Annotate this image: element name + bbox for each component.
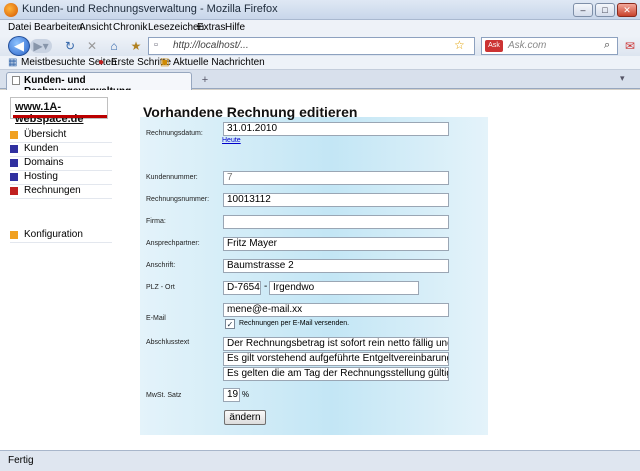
menu-hilfe[interactable]: Hilfe (225, 22, 245, 33)
label-plz-ort: PLZ - Ort (146, 284, 175, 291)
label-rechnungsnummer: Rechnungsnummer: (146, 196, 210, 203)
sidebar-item-domains[interactable]: Domains (10, 157, 112, 171)
page-title: Vorhandene Rechnung editieren (143, 104, 358, 120)
page-icon (12, 76, 20, 85)
label-email: E-Mail (146, 315, 166, 322)
rechnungsdatum-input[interactable]: 31.01.2010 (223, 122, 449, 136)
sidebar-item-rechnungen[interactable]: Rechnungen (10, 185, 112, 199)
label-mwst: MwSt. Satz (146, 392, 182, 399)
star-icon[interactable]: ☆ (454, 38, 465, 52)
square-icon (10, 173, 18, 181)
menu-chronik[interactable]: Chronik (113, 22, 147, 33)
rechnungsnummer-input[interactable]: 10013112 (223, 193, 449, 207)
tab-active[interactable]: Kunden- und Rechnungsverwaltung (6, 72, 192, 97)
menu-ansicht[interactable]: Ansicht (79, 22, 112, 33)
bookmark-folder-icon[interactable]: ★ (128, 38, 144, 54)
square-icon (10, 145, 18, 153)
tab-list-icon[interactable]: ▾ (620, 73, 625, 84)
email-input[interactable]: mene@e-mail.xx (223, 303, 449, 317)
menu-lesezeichen[interactable]: Lesezeichen (148, 22, 204, 33)
page-content: www.1A-webspace.de Übersicht Kunden Doma… (0, 90, 640, 450)
ask-icon[interactable]: Ask (485, 40, 503, 52)
heute-link[interactable]: Heute (222, 137, 241, 144)
bookmark-icon: ● (98, 57, 105, 68)
firefox-icon (4, 3, 18, 17)
kundennummer-input[interactable]: 7 (223, 171, 449, 185)
url-bar[interactable]: ▫ http://localhost/... ☆ (148, 37, 475, 55)
firma-input[interactable] (223, 215, 449, 229)
search-bar[interactable]: Ask Ask.com ⌕ (481, 37, 618, 55)
navigation-toolbar: ◀ ▶▾ ↻ ✕ ⌂ ★ ▫ http://localhost/... ☆ As… (0, 36, 640, 56)
menu-extras[interactable]: Extras (197, 22, 225, 33)
search-input[interactable]: Ask.com (508, 40, 546, 51)
aendern-button[interactable]: ändern (224, 410, 266, 425)
mwst-input[interactable]: 19 (223, 388, 240, 402)
square-icon (10, 131, 18, 139)
logo[interactable]: www.1A-webspace.de (10, 97, 108, 125)
label-kundennummer: Kundennummer: (146, 174, 198, 181)
sidebar-item-konfiguration[interactable]: Konfiguration (10, 229, 112, 243)
back-arrow-icon[interactable]: ◀ (8, 36, 30, 56)
plz-ort-separator: - (264, 281, 268, 292)
sidebar-item-label: Domains (24, 157, 64, 168)
rss-icon: ▣ (160, 57, 170, 68)
reload-icon[interactable]: ↻ (62, 38, 78, 54)
stop-icon[interactable]: ✕ (84, 38, 100, 54)
label-anschrift: Anschrift: (146, 262, 176, 269)
logo-bar (13, 115, 107, 118)
mwst-unit: % (242, 390, 250, 399)
home-icon[interactable]: ⌂ (106, 38, 122, 54)
label-firma: Firma: (146, 218, 166, 225)
label-rechnungsdatum: Rechnungsdatum: (146, 130, 203, 137)
square-icon (10, 159, 18, 167)
window-title: Kunden- und Rechnungsverwaltung - Mozill… (22, 3, 278, 15)
form-panel (140, 117, 488, 435)
sidebar-item-label: Kunden (24, 143, 59, 154)
search-icon[interactable]: ⌕ (604, 39, 610, 52)
window-titlebar: Kunden- und Rechnungsverwaltung - Mozill… (0, 0, 640, 20)
maximize-button[interactable]: □ (595, 3, 615, 17)
label-abschlusstext: Abschlusstext (146, 339, 190, 346)
sidebar-item-uebersicht[interactable]: Übersicht (10, 129, 112, 143)
abschlusstext-line[interactable]: Es gelten die am Tag der Rechnungsstellu… (223, 367, 449, 381)
bookmark-icon: ▦ (8, 57, 18, 68)
email-checkbox[interactable]: ✓ (225, 319, 235, 329)
bookmarks-toolbar: ▦ Meistbesuchte Seiten ● Erste Schritte … (0, 56, 640, 70)
menu-bearbeiten[interactable]: Bearbeiten (34, 22, 82, 33)
sidebar-item-label: Hosting (24, 171, 58, 182)
status-text: Fertig (8, 455, 34, 466)
ort-input[interactable]: Irgendwo (269, 281, 419, 295)
url-text: http://localhost/... (173, 40, 249, 51)
sidebar-item-kunden[interactable]: Kunden (10, 143, 112, 157)
email-checkbox-label: Rechnungen per E-Mail versenden. (239, 320, 350, 327)
status-bar: Fertig (0, 450, 640, 471)
ansprechpartner-input[interactable]: Fritz Mayer (223, 237, 449, 251)
tab-strip: Kunden- und Rechnungsverwaltung + ▾ (0, 70, 640, 97)
sidebar-item-label: Konfiguration (24, 229, 83, 240)
sidebar-item-label: Rechnungen (24, 185, 81, 196)
square-icon (10, 231, 18, 239)
plz-input[interactable]: D-76543 (223, 281, 261, 295)
menu-bar: Datei Bearbeiten Ansicht Chronik Lesezei… (0, 20, 640, 36)
forward-arrow-icon[interactable]: ▶▾ (30, 39, 52, 53)
sidebar-item-label: Übersicht (24, 129, 67, 140)
sidebar-item-hosting[interactable]: Hosting (10, 171, 112, 185)
page-icon: ▫ (154, 39, 158, 51)
new-tab-button[interactable]: + (197, 74, 213, 88)
bookmark-aktuelle-nachrichten[interactable]: Aktuelle Nachrichten (173, 57, 265, 68)
label-ansprechpartner: Ansprechpartner: (146, 240, 200, 247)
abschlusstext-line[interactable]: Es gilt vorstehend aufgeführte Entgeltve… (223, 352, 449, 366)
abschlusstext-line[interactable]: Der Rechnungsbetrag ist sofort rein nett… (223, 337, 449, 351)
addon-icon[interactable]: ✉ (622, 38, 638, 54)
anschrift-input[interactable]: Baumstrasse 2 (223, 259, 449, 273)
menu-datei[interactable]: Datei (8, 22, 31, 33)
square-icon (10, 187, 18, 195)
close-button[interactable]: ✕ (617, 3, 637, 17)
logo-text: www.1A-webspace.de (15, 101, 84, 125)
minimize-button[interactable]: – (573, 3, 593, 17)
